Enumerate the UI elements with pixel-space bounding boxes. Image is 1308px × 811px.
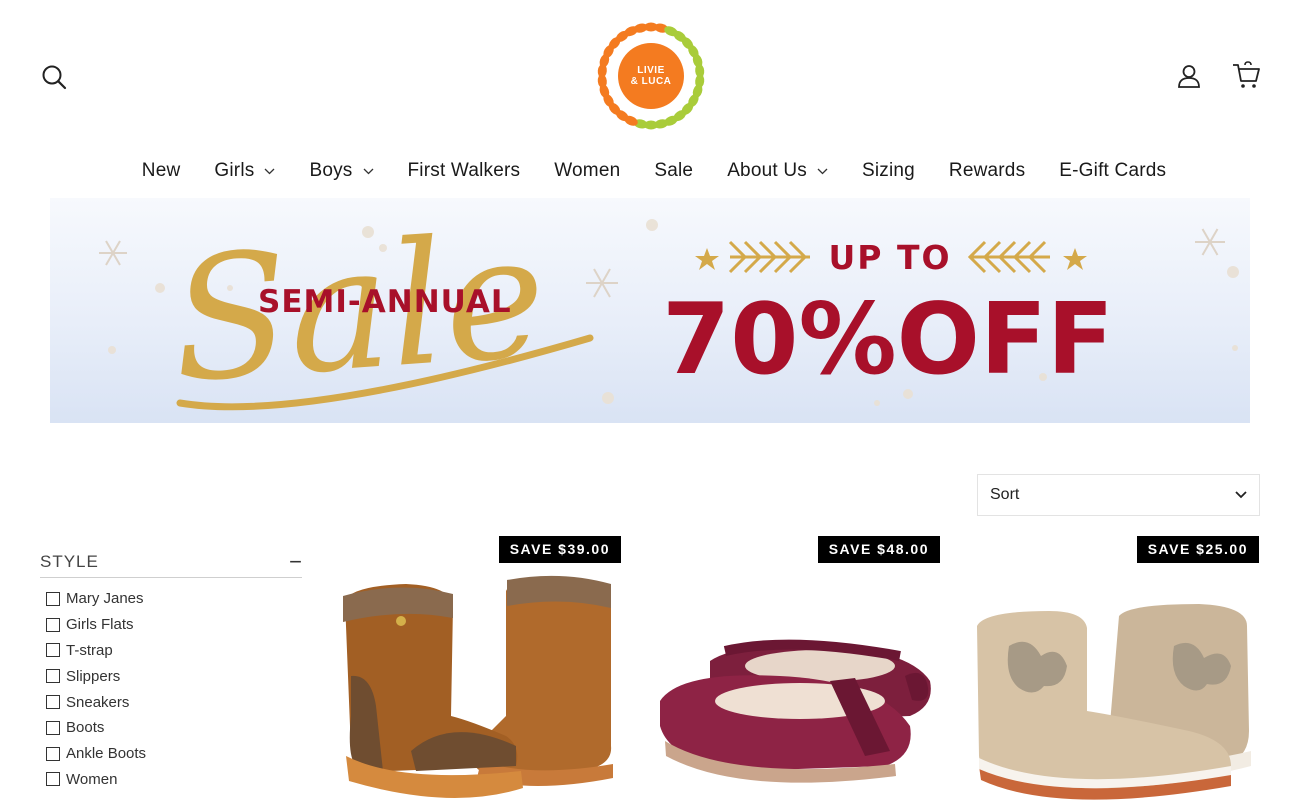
main-nav: New Girls Boys First Walkers Women Sale … xyxy=(0,156,1308,186)
checkbox[interactable] xyxy=(46,695,60,710)
banner-art: Sale SEMI-ANNUAL UP TO 70%OFF xyxy=(99,198,1239,421)
sort-select[interactable]: Sort xyxy=(977,474,1260,516)
checkbox[interactable] xyxy=(46,591,60,606)
site-header: LIVIE & LUCA xyxy=(0,0,1308,145)
filter-option-t-strap[interactable]: T-strap xyxy=(40,638,302,664)
arrow-left-icon xyxy=(967,240,1050,274)
nav-item-about-us[interactable]: About Us xyxy=(710,156,845,186)
nav-item-women[interactable]: Women xyxy=(537,156,637,186)
style-filter: STYLE − Mary Janes Girls Flats T-strap S… xyxy=(40,550,302,792)
filter-option-label: Ankle Boots xyxy=(66,745,147,763)
product-image-taupe-ankle-boots[interactable] xyxy=(969,566,1259,811)
nav-label: Girls xyxy=(214,160,255,181)
search-icon[interactable] xyxy=(38,61,70,93)
user-icon[interactable] xyxy=(1173,60,1205,92)
nav-label: Women xyxy=(554,160,621,181)
filter-title: STYLE xyxy=(40,551,99,571)
filter-option-boots[interactable]: Boots xyxy=(40,715,302,741)
brand-logo[interactable]: LIVIE & LUCA xyxy=(590,15,712,137)
filter-option-sneakers[interactable]: Sneakers xyxy=(40,689,302,715)
star-icon xyxy=(1063,248,1087,270)
checkbox[interactable] xyxy=(46,772,60,787)
filter-option-label: Slippers xyxy=(66,667,121,685)
nav-label: Sale xyxy=(654,160,694,181)
nav-item-sizing[interactable]: Sizing xyxy=(845,156,932,186)
logo-text: LIVIE & LUCA xyxy=(590,15,712,137)
collapse-toggle[interactable]: − xyxy=(289,550,302,573)
checkbox[interactable] xyxy=(46,746,60,761)
nav-label: Boys xyxy=(309,160,353,181)
nav-item-sale[interactable]: Sale xyxy=(637,156,710,186)
star-icon xyxy=(695,248,719,270)
save-badge: SAVE $25.00 xyxy=(1136,536,1259,563)
nav-item-first-walkers[interactable]: First Walkers xyxy=(391,156,538,186)
filter-header[interactable]: STYLE − xyxy=(40,550,302,578)
chevron-down-icon xyxy=(1235,486,1247,504)
nav-label: First Walkers xyxy=(407,160,521,181)
chevron-down-icon xyxy=(264,168,275,175)
save-badge: SAVE $48.00 xyxy=(817,536,940,563)
nav-label: New xyxy=(141,160,181,181)
nav-item-boys[interactable]: Boys xyxy=(292,156,390,186)
nav-item-new[interactable]: New xyxy=(125,156,198,186)
filter-option-ankle-boots[interactable]: Ankle Boots xyxy=(40,741,302,767)
arrow-right-icon xyxy=(728,240,810,274)
filter-option-label: Women xyxy=(66,770,118,788)
save-badge: SAVE $39.00 xyxy=(498,536,621,563)
sort-label: Sort xyxy=(990,486,1020,503)
nav-item-girls[interactable]: Girls xyxy=(197,156,292,186)
chevron-down-icon xyxy=(363,168,374,175)
filter-option-label: Sneakers xyxy=(66,693,130,711)
chevron-down-icon xyxy=(817,168,828,175)
filter-option-women[interactable]: Women xyxy=(40,767,302,793)
banner-up-to: UP TO xyxy=(828,238,951,277)
filter-option-slippers[interactable]: Slippers xyxy=(40,663,302,689)
product-image-burgundy-mary-janes[interactable] xyxy=(650,566,940,811)
logo-line2: & LUCA xyxy=(630,76,672,87)
product-image-brown-boots[interactable] xyxy=(331,566,621,811)
filter-option-label: T-strap xyxy=(66,641,113,659)
filter-option-label: Boots xyxy=(66,719,105,737)
checkbox[interactable] xyxy=(46,617,60,632)
nav-item-rewards[interactable]: Rewards xyxy=(932,156,1042,186)
nav-label: E-Gift Cards xyxy=(1059,160,1167,181)
product-card[interactable]: SAVE $25.00 xyxy=(969,536,1259,811)
product-card[interactable]: SAVE $39.00 xyxy=(331,536,621,811)
nav-label: Sizing xyxy=(861,160,915,181)
banner-discount: 70%OFF xyxy=(662,283,1114,397)
cart-icon[interactable] xyxy=(1230,59,1262,91)
banner-headline: SEMI-ANNUAL xyxy=(258,284,512,320)
checkbox[interactable] xyxy=(46,720,60,735)
nav-label: Rewards xyxy=(948,160,1026,181)
nav-label: About Us xyxy=(727,160,807,181)
filter-option-label: Girls Flats xyxy=(66,616,134,634)
nav-item-e-gift-cards[interactable]: E-Gift Cards xyxy=(1042,156,1183,186)
filter-option-label: Mary Janes xyxy=(66,590,144,608)
filter-options: Mary Janes Girls Flats T-strap Slippers … xyxy=(40,586,302,792)
filter-option-mary-janes[interactable]: Mary Janes xyxy=(40,586,302,612)
checkbox[interactable] xyxy=(46,643,60,658)
filter-option-girls-flats[interactable]: Girls Flats xyxy=(40,612,302,638)
checkbox[interactable] xyxy=(46,669,60,684)
sale-banner[interactable]: Sale SEMI-ANNUAL UP TO 70%OFF xyxy=(50,198,1250,423)
product-card[interactable]: SAVE $48.00 xyxy=(650,536,940,811)
logo-line1: LIVIE xyxy=(637,65,665,76)
